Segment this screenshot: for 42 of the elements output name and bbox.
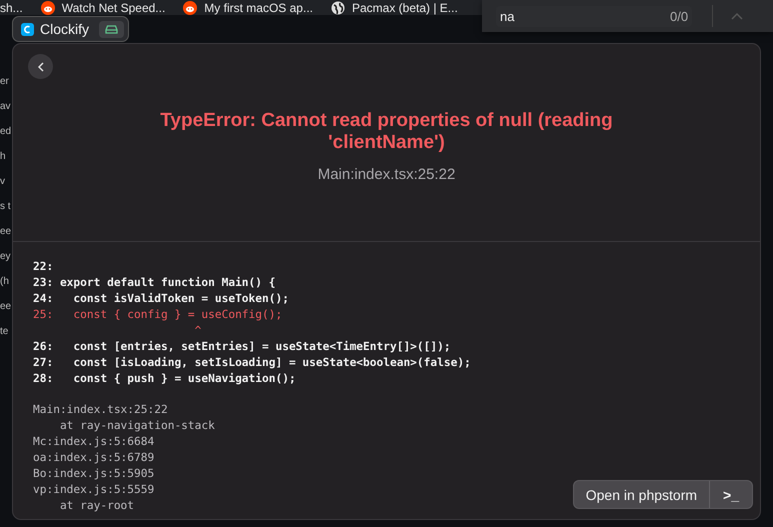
- stack-trace-line: Main:index.tsx:25:22: [33, 402, 168, 418]
- background-text: v: [0, 176, 5, 187]
- error-caret: ^: [194, 323, 202, 339]
- background-text: s t: [0, 201, 11, 212]
- background-text: h: [0, 151, 6, 162]
- code-line: 26: const [entries, setEntries] = useState<TimeEntry[]>([]);: [33, 339, 452, 355]
- match-count: 0/0: [670, 8, 688, 24]
- background-text: er: [0, 76, 9, 87]
- error-location: Main:index.tsx:25:22: [318, 166, 456, 183]
- background-text: ee: [0, 301, 12, 312]
- drive-icon: [105, 24, 118, 34]
- background-text: ee: [0, 226, 12, 237]
- chevron-left-icon: [38, 62, 44, 72]
- app-tab-title: Clockify: [40, 21, 90, 37]
- background-text: ey: [0, 251, 11, 262]
- background-text: av: [0, 101, 11, 112]
- stack-trace-line: oa:index.js:5:6789: [33, 450, 154, 466]
- code-line: 23: export default function Main() {: [33, 275, 276, 291]
- app-tab[interactable]: Clockify: [12, 16, 130, 42]
- bookmark-link[interactable]: Watch Net Speed...: [62, 0, 166, 14]
- background-text: (h: [0, 276, 9, 287]
- terminal-button[interactable]: >_: [710, 481, 752, 508]
- stack-trace-line: at ray-root: [58, 498, 134, 514]
- stack-trace-line: vp:index.js:5:5559: [33, 482, 154, 498]
- bookmark-link[interactable]: sh...: [0, 0, 23, 14]
- find-input[interactable]: na: [500, 8, 650, 24]
- bookmark-link[interactable]: Pacmax (beta) | E...: [352, 0, 458, 14]
- app-logo-icon: [21, 22, 34, 36]
- code-line: 25: const { config } = useConfig();: [33, 307, 284, 323]
- code-line: 22:: [33, 259, 54, 275]
- code-line: 28: const { push } = useNavigation();: [33, 371, 297, 387]
- error-title: TypeError: Cannot read properties of null (reading 'clientName'): [159, 110, 614, 154]
- bookmark-link[interactable]: My first macOS ap...: [204, 0, 313, 14]
- open-in-editor-button[interactable]: Open in phpstorm: [574, 481, 710, 508]
- back-button[interactable]: [28, 54, 53, 79]
- background-text: te: [0, 326, 8, 337]
- code-line: 27: const [isLoading, setIsLoading] = useState<boolean>(false);: [33, 355, 472, 371]
- background-text: ed: [0, 126, 12, 137]
- stack-trace-line: Mc:index.js:5:6684: [33, 434, 154, 450]
- code-line: 24: const isValidToken = useToken();: [33, 291, 290, 307]
- stack-trace-line: Bo:index.js:5:5905: [33, 466, 154, 482]
- stack-trace-line: at ray-navigation-stack: [58, 418, 215, 434]
